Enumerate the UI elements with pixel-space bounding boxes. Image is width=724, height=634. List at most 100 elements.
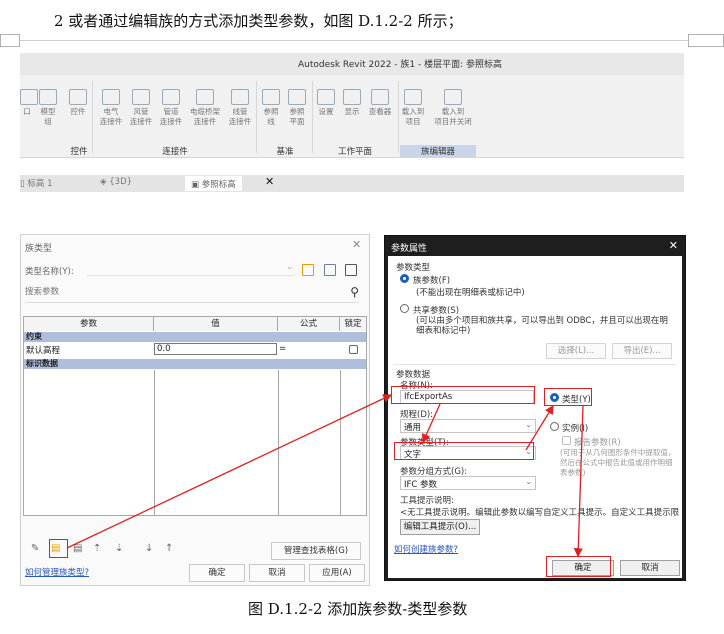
type-name-select[interactable]: ⌄	[87, 262, 295, 276]
sort-descending-icon[interactable]: ↑	[165, 543, 173, 554]
report-param-checkbox[interactable]	[562, 436, 571, 445]
ribbon-label: 风管 连接件	[129, 107, 153, 126]
viewer-icon	[371, 89, 389, 105]
reference-line-icon	[262, 89, 280, 105]
ribbon-button-cable-tray-connector[interactable]: 电缆桥架 连接件	[188, 89, 222, 127]
select-button[interactable]: 选择(L)...	[546, 343, 606, 359]
parameter-value-input[interactable]: 0.0	[154, 343, 277, 355]
tab-label: {3D}	[109, 177, 133, 187]
group-row-identity-data[interactable]: 标识数据	[24, 359, 366, 369]
column-divider	[278, 370, 279, 516]
ribbon-button-pipe-connector[interactable]: 管道 连接件	[158, 89, 184, 127]
section-divider	[394, 364, 676, 365]
discipline-value: 通用	[404, 423, 422, 433]
ribbon-label: 设置	[318, 107, 334, 116]
move-down-icon[interactable]: ⇣	[115, 543, 123, 554]
tab-3d[interactable]: ◈ {3D}	[100, 177, 132, 187]
column-header-lock: 锁定	[340, 317, 366, 331]
how-create-family-param-link[interactable]: 如何创建族参数?	[394, 543, 458, 555]
ribbon-button-set-workplane[interactable]: 设置	[316, 89, 336, 117]
how-manage-family-types-link[interactable]: 如何管理族类型?	[25, 566, 89, 578]
parameter-name: 默认高程	[26, 346, 61, 356]
electrical-connector-icon	[102, 89, 120, 105]
ribbon-group-work-plane: 工作平面	[337, 147, 372, 157]
edit-tooltip-button[interactable]: 编辑工具提示(O)...	[400, 519, 480, 535]
search-icon[interactable]: ⚲	[350, 285, 359, 299]
ribbon-button-square[interactable]: 口	[20, 89, 38, 117]
shared-param-radio[interactable]	[400, 304, 409, 313]
highlight-ok-button	[546, 556, 611, 577]
chevron-down-icon: ⌄	[525, 420, 532, 429]
chevron-down-icon: ⌄	[286, 262, 293, 271]
new-type-icon[interactable]	[302, 264, 314, 276]
ribbon-button-electrical-connector[interactable]: 电气 连接件	[98, 89, 124, 127]
group-by-select[interactable]: IFC 参数 ⌄	[400, 476, 536, 490]
page-margin-marker-right	[688, 34, 724, 47]
type-name-label: 类型名称(Y):	[25, 267, 74, 277]
group-by-value: IFC 参数	[404, 480, 438, 490]
revit-title-bar: Autodesk Revit 2022 - 族1 - 楼层平面: 参照标高	[20, 53, 684, 75]
group-row-constraints[interactable]: 约束	[24, 332, 366, 342]
export-button[interactable]: 导出(E)...	[612, 343, 672, 359]
tooltip-label: 工具提示说明:	[400, 496, 454, 506]
edit-parameter-icon[interactable]: ✎	[31, 543, 39, 554]
close-icon[interactable]: ✕	[352, 238, 361, 251]
parameter-value: 0.0	[157, 344, 171, 354]
tab-level-1[interactable]: ▯ 标高 1	[20, 177, 53, 189]
close-icon[interactable]: ✕	[669, 239, 678, 252]
3d-view-icon: ◈	[100, 177, 110, 187]
cancel-button[interactable]: 取消	[620, 560, 680, 576]
window-title: Autodesk Revit 2022 - 族1 - 楼层平面: 参照标高	[298, 60, 502, 70]
ribbon-group-family-editor: 族编辑器	[400, 145, 476, 157]
ribbon-group-controls: 控件	[70, 147, 88, 157]
ribbon-button-conduit-connector[interactable]: 线管 连接件	[226, 89, 254, 127]
highlight-new-parameter	[49, 539, 68, 558]
dialog-body: 参数类型 族参数(F) (不能出现在明细表或标记中) 共享参数(S) (可以由多…	[388, 256, 682, 578]
group-name: 约束	[26, 332, 42, 341]
family-param-radio[interactable]	[400, 274, 409, 283]
apply-button[interactable]: 应用(A)	[309, 564, 365, 582]
move-up-icon[interactable]: ⇡	[93, 543, 101, 554]
ribbon-label: 参照 平面	[289, 107, 305, 126]
lock-checkbox[interactable]	[349, 345, 358, 354]
ribbon-button-load-and-close[interactable]: 载入到 项目并关闭	[430, 89, 476, 127]
ribbon-button-viewer[interactable]: 查看器	[366, 89, 394, 117]
close-tab-icon[interactable]: ✕	[265, 175, 274, 188]
load-into-project-icon	[404, 89, 422, 105]
parameter-formula[interactable]: =	[279, 344, 286, 354]
ribbon-label: 电气 连接件	[99, 107, 123, 126]
ribbon-button-control[interactable]: 控件	[66, 89, 90, 117]
tab-label: 标高 1	[27, 179, 53, 189]
instance-radio[interactable]	[550, 422, 559, 431]
ribbon-button-reference-plane[interactable]: 参照 平面	[286, 89, 308, 127]
ribbon-button-duct-connector[interactable]: 风管 连接件	[128, 89, 154, 127]
rename-type-icon[interactable]	[324, 264, 336, 276]
ribbon-button-load-into-project[interactable]: 载入到 项目	[400, 89, 426, 127]
delete-parameter-icon[interactable]: ▤	[73, 543, 82, 554]
ribbon-button-show-workplane[interactable]: 显示	[342, 89, 362, 117]
manage-lookup-tables-button[interactable]: 管理查找表格(G)	[271, 542, 361, 560]
report-param-label: 报告参数(R)	[574, 438, 621, 448]
column-header-parameter: 参数	[24, 317, 154, 331]
highlight-name-input	[391, 386, 535, 404]
page-margin-marker-left	[0, 34, 20, 47]
family-param-note: (不能出现在明细表或标记中)	[416, 288, 525, 298]
discipline-select[interactable]: 通用 ⌄	[400, 419, 536, 433]
ribbon-label: 载入到 项目	[401, 107, 425, 126]
parameter-table: 参数 值 公式 锁定 约束 默认高程 0.0 = 标识数据	[23, 316, 367, 516]
ribbon-button-reference-line[interactable]: 参照 线	[260, 89, 282, 127]
tooltip-text: <无工具提示说明。编辑此参数以编写自定义工具提示。自定义工具提示限	[400, 508, 680, 518]
cancel-button[interactable]: 取消	[249, 564, 305, 582]
ribbon-button-model-group[interactable]: 模型 组	[36, 89, 60, 127]
delete-type-icon[interactable]	[345, 264, 357, 276]
doc-heading: 2 或者通过编辑族的方式添加类型参数，如图 D.1.2-2 所示；	[54, 12, 463, 30]
group-separator	[92, 81, 93, 153]
tab-ref-level[interactable]: ▣ 参照标高	[185, 176, 242, 191]
sort-ascending-icon[interactable]: ↓	[145, 543, 153, 554]
group-separator	[398, 81, 399, 153]
search-input[interactable]: 搜索参数 ⚲	[25, 283, 359, 303]
group-separator	[256, 81, 257, 153]
ok-button[interactable]: 确定	[189, 564, 245, 582]
dialog-title: 族类型	[25, 244, 53, 254]
cable-tray-connector-icon	[196, 89, 214, 105]
